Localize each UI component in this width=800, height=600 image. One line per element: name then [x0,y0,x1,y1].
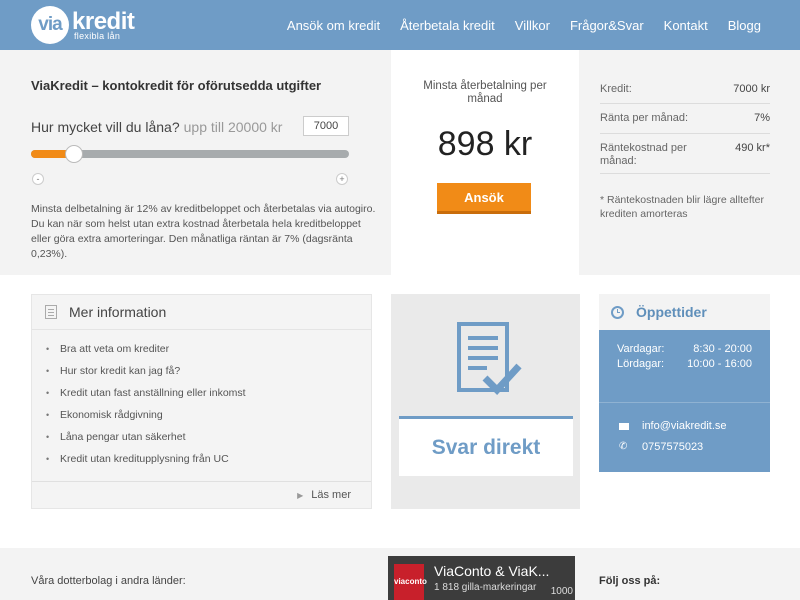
more-info-panel: Mer information Bra att veta om krediter… [31,294,372,509]
instant-answer-panel[interactable]: Svar direkt [391,294,580,509]
loan-calculator: ViaKredit – kontokredit för oförutsedda … [0,50,800,275]
min-payment-value: 898 kr [437,125,533,163]
hours-row-saturday: Lördagar: 10:00 - 16:00 [617,358,752,370]
facebook-count: 1000 [550,586,573,597]
calculator-description: Minsta delbetalning är 12% av kreditbelo… [31,203,376,260]
logo[interactable]: via kredit flexibla lån [31,6,135,44]
apply-button[interactable]: Ansök [437,183,531,214]
clock-icon [611,305,624,319]
info-link[interactable]: Bra att veta om krediter [46,342,246,364]
facebook-page-name[interactable]: ViaConto & ViaK... [434,563,549,579]
info-link[interactable]: Låna pengar utan säkerhet [46,430,246,452]
viaconto-logo: viaconto [394,564,427,600]
info-link[interactable]: Ekonomisk rådgivning [46,408,246,430]
amount-slider[interactable] [31,145,349,163]
read-more-link[interactable]: ▶ Läs mer [297,489,351,501]
facebook-likes: 1 818 gilla-markeringar [434,582,537,593]
interest-footnote: * Räntekostnaden blir lägre alltefter kr… [600,194,765,220]
hours-row-weekdays: Vardagar: 8:30 - 20:00 [617,343,752,355]
increase-button[interactable]: + [336,173,348,185]
logo-mark: via [31,6,69,44]
phone-link[interactable]: ✆ 0757575023 [619,441,703,453]
min-payment-label: Minsta återbetalning per månad [423,80,547,105]
amount-max-hint: upp till 20000 kr [183,119,283,135]
phone-icon: ✆ [619,441,628,452]
arrow-right-icon: ▶ [297,491,304,500]
opening-hours-panel: Öppettider Vardagar: 8:30 - 20:00 Lördag… [599,294,770,472]
follow-us-label: Följ oss på: [599,575,661,587]
nav-apply[interactable]: Ansök om kredit [287,18,380,33]
nav-contact[interactable]: Kontakt [664,18,708,33]
payment-panel: Minsta återbetalning per månad 898 kr An… [391,50,579,275]
instant-answer-label: Svar direkt [431,436,541,459]
nav-blog[interactable]: Blogg [728,18,761,33]
subsidiaries-label: Våra dotterbolag i andra länder: [31,575,186,587]
document-check-icon [457,322,522,396]
amount-input[interactable] [303,116,349,136]
summary-row-credit: Kredit: 7000 kr [600,76,770,104]
calculator-title: ViaKredit – kontokredit för oförutsedda … [31,78,322,93]
main-nav: Ansök om kredit Återbetala kredit Villko… [267,0,761,50]
cost-summary: Kredit: 7000 kr Ränta per månad: 7% Ränt… [600,76,770,220]
facebook-page-widget[interactable]: viaconto ViaConto & ViaK... 1 818 gilla-… [388,556,575,600]
site-header: via kredit flexibla lån Ansök om kredit … [0,0,800,50]
calculator-controls: ViaKredit – kontokredit för oförutsedda … [31,78,376,260]
nav-terms[interactable]: Villkor [515,18,550,33]
logo-name: kredit [72,7,135,35]
site-footer: Våra dotterbolag i andra länder: viacont… [0,548,800,600]
mail-icon [619,422,629,430]
info-link[interactable]: Kredit utan kreditupplysning från UC [46,452,246,474]
summary-row-interest-cost: Räntekostnad per månad: 490 kr* [600,134,770,174]
slider-handle[interactable] [65,145,83,163]
document-icon [45,305,57,319]
decrease-button[interactable]: - [32,173,44,185]
amount-question: Hur mycket vill du låna? [31,119,180,135]
summary-row-rate: Ränta per månad: 7% [600,104,770,134]
nav-faq[interactable]: Frågor&Svar [570,18,644,33]
info-link[interactable]: Kredit utan fast anställning eller inkom… [46,386,246,408]
email-link[interactable]: info@viakredit.se [619,420,727,432]
nav-repay[interactable]: Återbetala kredit [400,18,495,33]
info-link[interactable]: Hur stor kredit kan jag få? [46,364,246,386]
info-link-list: Bra att veta om krediter Hur stor kredit… [46,342,246,474]
more-info-title: Mer information [69,304,167,320]
opening-hours-title: Öppettider [636,304,707,320]
